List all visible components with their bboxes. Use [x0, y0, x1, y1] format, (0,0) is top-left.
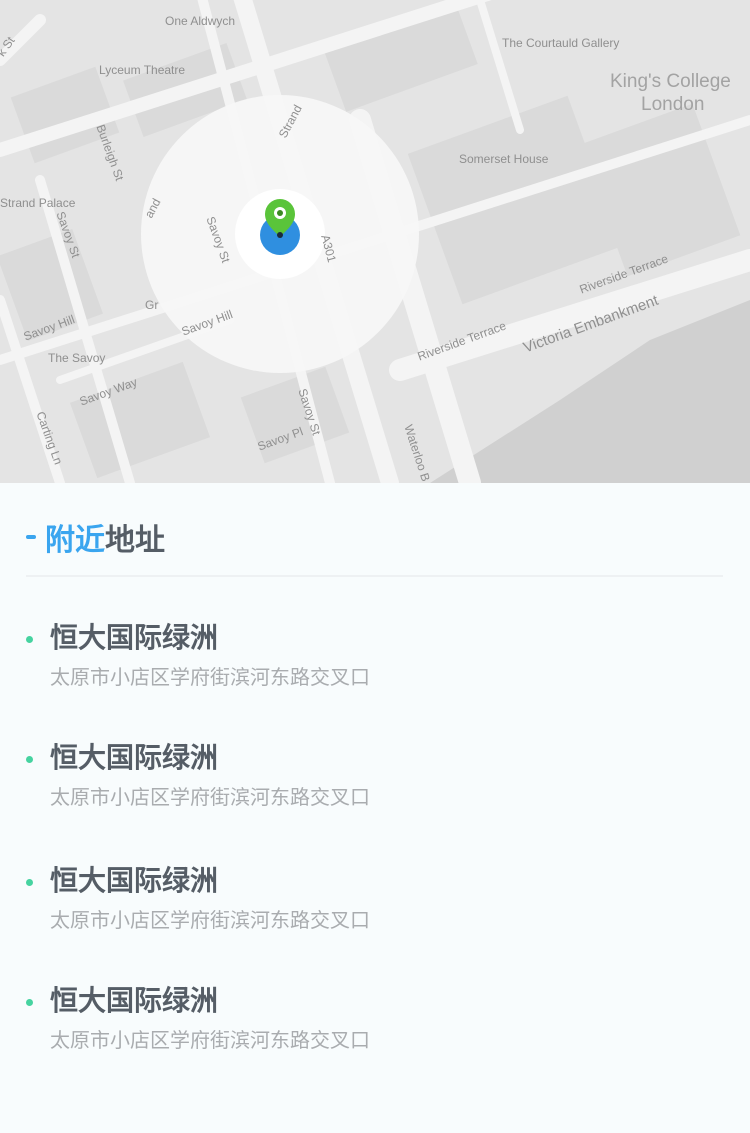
address-detail: 太原市小店区学府街滨河东路交叉口 [50, 908, 370, 932]
address-name: 恒大国际绿洲 [50, 864, 219, 897]
map-label: Strand Palace [0, 196, 76, 210]
address-detail: 太原市小店区学府街滨河东路交叉口 [50, 785, 370, 809]
map-label: The Courtauld Gallery [502, 36, 620, 50]
address-name: 恒大国际绿洲 [50, 741, 219, 774]
address-list-item[interactable]: 恒大国际绿洲 太原市小店区学府街滨河东路交叉口 [26, 737, 726, 827]
map-label: The Savoy [48, 351, 106, 365]
map-label: Somerset House [459, 152, 549, 166]
address-name: 恒大国际绿洲 [50, 621, 219, 654]
address-detail: 太原市小店区学府街滨河东路交叉口 [50, 665, 370, 689]
map-label: Gr [145, 298, 159, 312]
bullet-dot [26, 879, 33, 886]
map-label: London [641, 94, 705, 115]
address-detail: 太原市小店区学府街滨河东路交叉口 [50, 1028, 370, 1052]
address-list-item[interactable]: 恒大国际绿洲 太原市小店区学府街滨河东路交叉口 [26, 980, 726, 1070]
map-label: One Aldwych [165, 14, 236, 28]
divider [26, 575, 723, 577]
address-name: 恒大国际绿洲 [50, 984, 219, 1017]
bullet-dot [26, 636, 33, 643]
section-title: 附近 地址 [26, 512, 165, 562]
bullet-dot [26, 999, 33, 1006]
title-dash [26, 535, 36, 539]
map-label: Lyceum Theatre [99, 63, 186, 77]
title-accent-text: 附近 [45, 523, 105, 558]
bullet-dot [26, 756, 33, 763]
map-label: King's College [610, 71, 731, 92]
address-list-item[interactable]: 恒大国际绿洲 太原市小店区学府街滨河东路交叉口 [26, 617, 726, 707]
address-list-item[interactable]: 恒大国际绿洲 太原市小店区学府街滨河东路交叉口 [26, 860, 726, 950]
title-rest-text: 地址 [105, 523, 165, 558]
map-view[interactable]: One Aldwych Lyceum Theatre The Courtauld… [0, 0, 750, 483]
